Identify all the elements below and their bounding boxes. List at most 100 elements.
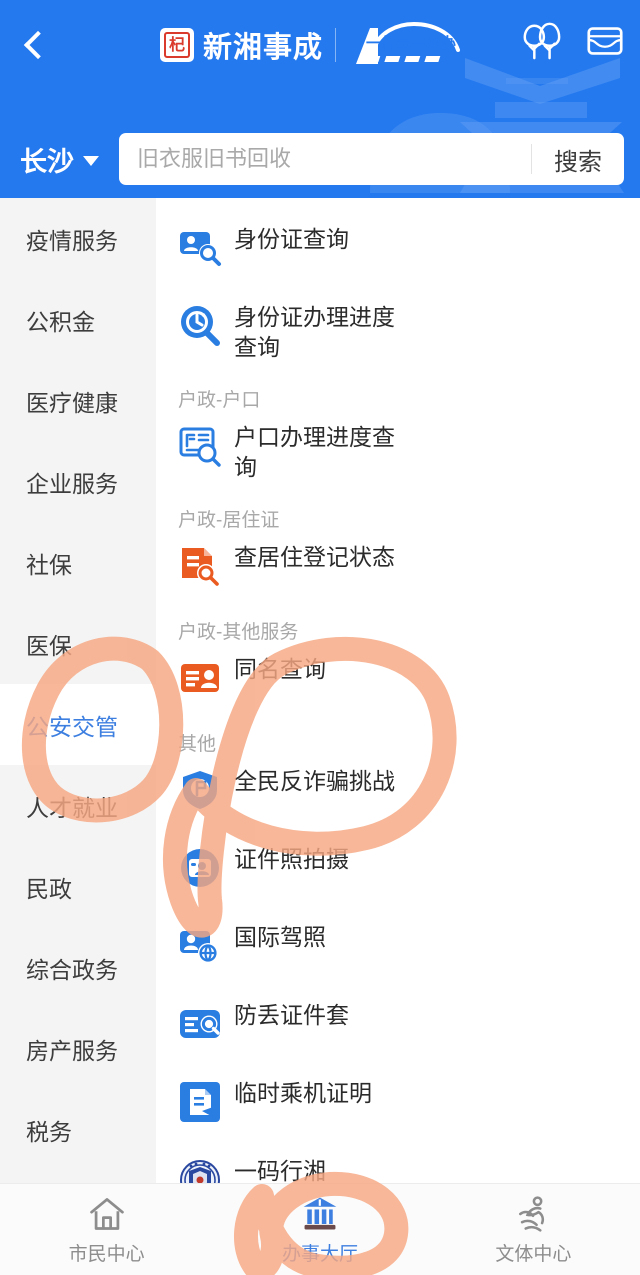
header-action-icons: [520, 20, 626, 62]
service-item-label: 证件照拍摄: [234, 846, 349, 872]
sidebar-item-5[interactable]: 医保: [0, 603, 156, 684]
sidebar-item-3[interactable]: 企业服务: [0, 441, 156, 522]
sidebar-item-label: 税务: [26, 1118, 72, 1145]
sidebar-item-10[interactable]: 房产服务: [0, 1008, 156, 1089]
service-item[interactable]: 身份证查询: [178, 224, 410, 276]
app-root: 杞 新湘事成 一件事一次办 长沙 旧衣服旧书回收 搜索 疫情服务 公积金 医疗健…: [0, 0, 640, 1275]
sidebar-item-2[interactable]: 医疗健康: [0, 360, 156, 441]
id-card-person-icon: [178, 656, 222, 700]
service-item-label: 同名查询: [234, 656, 326, 682]
city-name: 长沙: [20, 146, 74, 177]
sidebar-item-label: 公积金: [26, 308, 95, 335]
service-content: 身份证查询身份证办理进度查询户政-户口户口办理进度查询户政-居住证查居住登记状态…: [156, 198, 640, 1183]
sidebar-item-6[interactable]: 公安交管: [0, 684, 156, 765]
brand-title: 新湘事成: [203, 32, 324, 64]
card-search-icon: [178, 1002, 222, 1046]
sidebar-item-label: 房产服务: [26, 1037, 118, 1064]
service-item[interactable]: 查居住登记状态: [178, 542, 410, 594]
sidebar-item-label: 民政: [26, 875, 72, 902]
tab-1[interactable]: 办事大厅: [213, 1184, 426, 1275]
city-selector[interactable]: 长沙: [20, 140, 99, 179]
service-item[interactable]: 防丢证件套: [178, 1000, 410, 1052]
search-row: 长沙 搜索: [0, 128, 640, 190]
header-divider: [335, 28, 337, 62]
app-header: 杞 新湘事成 一件事一次办 长沙 旧衣服旧书回收 搜索: [0, 0, 640, 198]
service-item[interactable]: 身份证办理进度查询: [178, 302, 410, 362]
search-button[interactable]: 搜索: [532, 142, 624, 177]
sidebar-item-7[interactable]: 人才就业: [0, 765, 156, 846]
police-badge-icon: [178, 1158, 222, 1183]
service-item-label: 户口办理进度查询: [234, 424, 395, 480]
tab-0[interactable]: 市民中心: [0, 1184, 213, 1275]
search-input[interactable]: [119, 146, 531, 172]
brand-seal-glyph: 杞: [164, 32, 190, 58]
tab-label: 文体中心: [495, 1243, 572, 1265]
service-item[interactable]: 国际驾照: [178, 922, 410, 974]
boarding-doc-icon: [178, 1080, 222, 1124]
shield-flag-icon: [178, 768, 222, 812]
sidebar-item-4[interactable]: 社保: [0, 522, 156, 603]
household-search-icon: [178, 424, 222, 468]
photo-portrait-icon: [178, 846, 222, 890]
brand-lockup: 杞 新湘事成: [160, 24, 323, 66]
service-item-label: 国际驾照: [234, 924, 326, 950]
sidebar-item-label: 社保: [26, 551, 72, 578]
service-grid: 户口办理进度查询: [178, 422, 640, 508]
sidebar-item-label: 人才就业: [26, 794, 118, 821]
sidebar-item-0[interactable]: 疫情服务: [0, 198, 156, 279]
service-item[interactable]: 同名查询: [178, 654, 410, 706]
service-item[interactable]: 证件照拍摄: [178, 844, 410, 896]
wallet-card-icon[interactable]: [584, 20, 626, 62]
sidebar-item-label: 医保: [26, 632, 72, 659]
group-title: 户政-户口: [178, 390, 261, 411]
service-item[interactable]: 全民反诈骗挑战: [178, 766, 410, 818]
chevron-down-icon: [83, 156, 99, 166]
service-item-label: 防丢证件套: [234, 1002, 349, 1028]
search-box[interactable]: 搜索: [119, 133, 624, 185]
service-item[interactable]: 一码行湘: [178, 1156, 410, 1183]
sidebar-item-label: 企业服务: [26, 470, 118, 497]
slogan-text: 一件事一次办: [366, 34, 456, 52]
brand-seal-icon: 杞: [160, 28, 194, 62]
tab-label: 市民中心: [68, 1243, 145, 1265]
park-trees-icon[interactable]: [520, 20, 562, 62]
service-grid: 查居住登记状态: [178, 542, 640, 620]
service-item-label: 身份证查询: [234, 226, 349, 252]
id-card-search-icon: [178, 226, 222, 270]
service-item[interactable]: 户口办理进度查询: [178, 422, 410, 482]
group-title: 户政-其他服务: [178, 622, 299, 643]
group-title: 其他: [178, 734, 217, 755]
back-button[interactable]: [0, 0, 70, 90]
service-item-label: 一码行湘: [234, 1158, 326, 1183]
sidebar-item-label: 疫情服务: [26, 227, 118, 254]
sidebar-item-label: 医疗健康: [26, 389, 118, 416]
group-title: 户政-居住证: [178, 510, 280, 531]
slogan-badge: 一件事一次办: [348, 20, 466, 70]
sidebar-item-1[interactable]: 公积金: [0, 279, 156, 360]
sidebar-item-label: 公安交管: [26, 713, 118, 740]
tab-2[interactable]: 文体中心: [427, 1184, 640, 1275]
bank-icon: [300, 1194, 340, 1234]
sidebar-item-label: 综合政务: [26, 956, 118, 983]
service-item-label: 身份证办理进度查询: [234, 304, 395, 360]
sidebar-item-8[interactable]: 民政: [0, 846, 156, 927]
running-icon: [513, 1194, 553, 1234]
document-search-icon: [178, 544, 222, 588]
clock-search-icon: [178, 304, 222, 348]
chevron-left-icon: [23, 30, 53, 60]
service-item-label: 全民反诈骗挑战: [234, 768, 395, 794]
service-grid: 身份证查询身份证办理进度查询: [178, 224, 640, 388]
sidebar-item-9[interactable]: 综合政务: [0, 927, 156, 1008]
service-grid: 全民反诈骗挑战 证件照拍摄国际驾照防丢证件套临时乘机证明 一码行湘: [178, 766, 640, 1183]
category-sidebar[interactable]: 疫情服务公积金医疗健康企业服务社保医保公安交管人才就业民政综合政务房产服务税务: [0, 198, 156, 1183]
bottom-tab-bar[interactable]: 市民中心 办事大厅 文体中心: [0, 1183, 640, 1275]
page-body: 疫情服务 公积金 医疗健康 企业服务 社保 医保 公安交管 人才就业 民政 综合政务 房产服务 税务 …: [0, 198, 640, 1183]
service-item-label: 临时乘机证明: [234, 1080, 372, 1106]
globe-license-icon: [178, 924, 222, 968]
home-icon: [87, 1194, 127, 1234]
tab-label: 办事大厅: [281, 1243, 358, 1265]
sidebar-item-11[interactable]: 税务: [0, 1089, 156, 1170]
service-item[interactable]: 临时乘机证明: [178, 1078, 410, 1130]
service-grid: 同名查询: [178, 654, 640, 732]
header-topbar: 杞 新湘事成 一件事一次办: [0, 0, 640, 90]
